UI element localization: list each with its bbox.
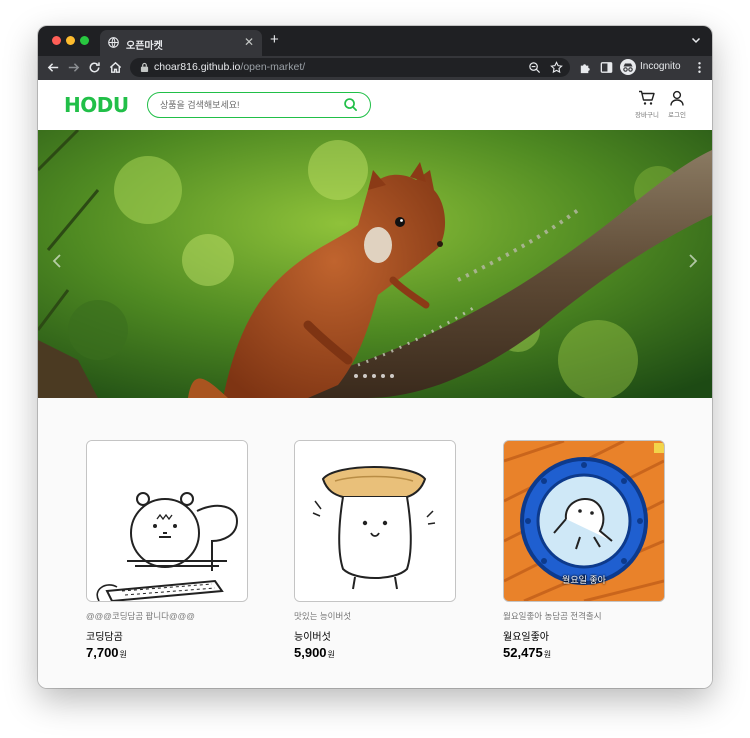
home-icon[interactable] [108, 60, 123, 75]
shopping-cart-icon [639, 90, 655, 105]
product-seller: @@@코딩담곰 팝니다@@@ [86, 611, 195, 621]
minimize-window-button[interactable] [66, 36, 75, 45]
maximize-window-button[interactable] [80, 36, 89, 45]
price-unit: 원 [543, 650, 552, 659]
close-tab-icon[interactable]: ✕ [244, 35, 254, 49]
price-unit: 원 [327, 650, 335, 659]
url-host: choar816.github.io [154, 61, 241, 73]
carousel-dot[interactable] [390, 374, 394, 378]
cart-label: 장바구니 [635, 112, 659, 119]
carousel-dot[interactable] [372, 374, 376, 378]
product-image[interactable] [86, 440, 248, 602]
image-caption: 월요일 좋아 [562, 575, 606, 585]
price-unit: 원 [119, 650, 127, 659]
price-value: 5,900 [294, 645, 327, 660]
hodu-logo[interactable]: HODU [64, 93, 129, 117]
address-bar[interactable]: choar816.github.io/open-market/ [130, 58, 570, 77]
carousel-indicators [346, 374, 406, 380]
incognito-icon [620, 59, 636, 75]
active-tab[interactable]: 오픈마켓 ✕ [100, 30, 262, 56]
carousel-next-icon[interactable] [688, 254, 698, 268]
chevron-down-icon[interactable] [690, 34, 702, 46]
tab-strip: 오픈마켓 ✕ + [38, 26, 712, 56]
coding-bear-illustration [87, 441, 247, 601]
globe-icon [108, 37, 119, 48]
carousel-dot[interactable] [354, 374, 358, 378]
product-card[interactable]: 맛있는 능이버섯 능이버섯 5,900원 [294, 440, 456, 670]
close-window-button[interactable] [52, 36, 61, 45]
product-seller: 맛있는 능이버섯 [294, 611, 352, 621]
url-text: choar816.github.io/open-market/ [154, 61, 305, 73]
carousel-dot[interactable] [363, 374, 367, 378]
product-card[interactable]: 월요일 좋아 월요일좋아 농담곰 전격출시 월요일좋아 52,475원 [503, 440, 665, 670]
login-button[interactable]: 로그인 [662, 90, 692, 120]
price-value: 52,475 [503, 645, 543, 660]
product-image[interactable]: 월요일 좋아 [503, 440, 665, 602]
product-card[interactable]: @@@코딩담곰 팝니다@@@ 코딩담곰 7,700원 [86, 440, 248, 670]
search-icon[interactable] [343, 97, 358, 112]
product-name[interactable]: 월요일좋아 [503, 628, 549, 643]
bookmark-star-icon[interactable] [550, 61, 563, 74]
search-input[interactable]: 상품을 검색해보세요! [147, 92, 371, 118]
search-placeholder: 상품을 검색해보세요! [160, 100, 240, 110]
web-page: HODU 상품을 검색해보세요! 장바구니 로그인 @@@코딩담곰 팝니다@@@… [38, 80, 712, 688]
login-label: 로그인 [668, 112, 686, 119]
more-menu-icon[interactable] [692, 60, 707, 75]
mushroom-bear-illustration [295, 441, 455, 601]
site-header: HODU 상품을 검색해보세요! 장바구니 로그인 [38, 80, 712, 130]
incognito-profile-button[interactable]: Incognito [620, 59, 692, 77]
url-path: /open-market/ [240, 61, 306, 73]
incognito-label: Incognito [640, 61, 681, 72]
new-tab-button[interactable]: + [270, 32, 279, 48]
product-list: @@@코딩담곰 팝니다@@@ 코딩담곰 7,700원 맛있는 능이버섯 능이버섯… [38, 440, 712, 680]
cart-button[interactable]: 장바구니 [632, 90, 662, 120]
side-panel-icon[interactable] [599, 60, 614, 75]
product-name[interactable]: 코딩담곰 [86, 628, 123, 643]
browser-window: 오픈마켓 ✕ + choar816.github.io/open-market/ [38, 26, 712, 688]
price-value: 7,700 [86, 645, 119, 660]
product-price: 52,475원 [503, 645, 551, 660]
product-name[interactable]: 능이버섯 [294, 628, 331, 643]
product-image[interactable] [294, 440, 456, 602]
browser-toolbar: choar816.github.io/open-market/ Incognit… [38, 56, 712, 80]
reload-icon[interactable] [87, 60, 102, 75]
carousel-dot[interactable] [381, 374, 385, 378]
product-price: 7,700원 [86, 645, 127, 660]
hero-banner-carousel[interactable] [38, 130, 712, 398]
zoom-icon[interactable] [528, 61, 541, 74]
extensions-puzzle-icon[interactable] [578, 60, 593, 75]
carousel-prev-icon[interactable] [52, 254, 62, 268]
product-price: 5,900원 [294, 645, 335, 660]
lock-icon[interactable] [140, 62, 149, 73]
squirrel-photo [38, 130, 712, 398]
tab-title: 오픈마켓 [126, 41, 163, 52]
user-icon [670, 90, 684, 106]
product-seller: 월요일좋아 농담곰 전격출시 [503, 611, 602, 621]
forward-arrow-icon[interactable] [66, 60, 81, 75]
back-arrow-icon[interactable] [46, 60, 61, 75]
